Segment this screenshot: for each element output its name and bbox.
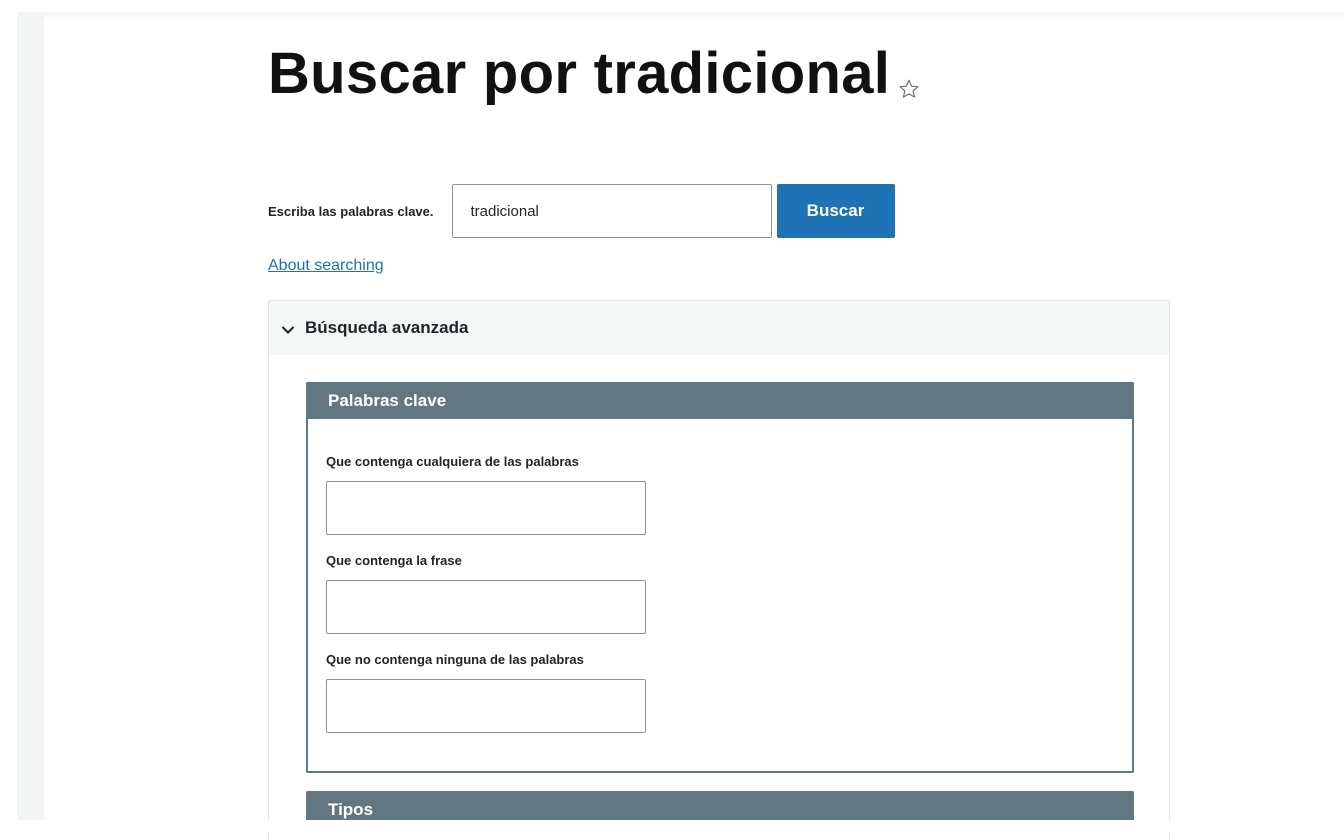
any-words-label: Que contenga cualquiera de las palabras (326, 454, 579, 469)
bottom-edge (0, 820, 1344, 832)
keywords-fieldset: Palabras clave Que contenga cualquiera d… (306, 382, 1134, 773)
star-outline-icon[interactable] (898, 78, 920, 100)
page-frame: Buscar por tradicional Escriba las palab… (0, 0, 1344, 840)
keywords-input[interactable] (451, 184, 772, 238)
keywords-fieldset-legend: Palabras clave (306, 382, 1134, 419)
chevron-down-icon (282, 326, 294, 333)
search-form: Escriba las palabras clave. Buscar (268, 183, 895, 239)
negative-words-input[interactable] (326, 679, 646, 733)
left-toolbar-rail (17, 12, 44, 820)
page-title-wrap: Buscar por tradicional (268, 42, 920, 106)
search-button[interactable]: Buscar (776, 184, 895, 238)
advanced-search-toggle[interactable]: Búsqueda avanzada (269, 301, 1169, 355)
page-title: Buscar por tradicional (268, 41, 891, 106)
top-shadow (17, 12, 1344, 20)
keywords-label: Escriba las palabras clave. (268, 203, 434, 219)
negative-words-label: Que no contenga ninguna de las palabras (326, 652, 584, 667)
any-words-input[interactable] (326, 481, 646, 535)
about-searching-link[interactable]: About searching (268, 257, 384, 275)
advanced-search-details: Búsqueda avanzada Palabras clave Que con… (268, 300, 1170, 840)
phrase-label: Que contenga la frase (326, 553, 462, 568)
advanced-search-label: Búsqueda avanzada (305, 318, 469, 337)
phrase-input[interactable] (326, 580, 646, 634)
